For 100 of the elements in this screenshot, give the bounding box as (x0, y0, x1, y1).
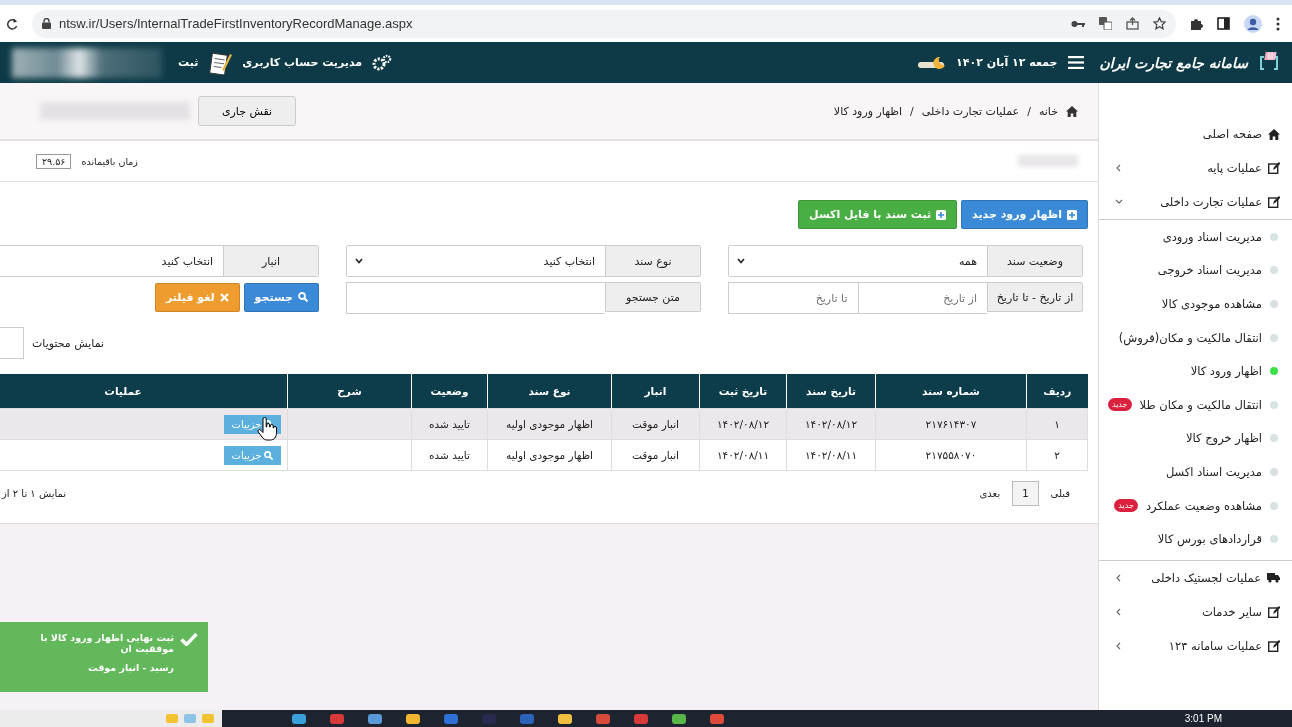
register-link[interactable]: ثبت (178, 56, 199, 69)
table-cell: اظهار موجودی اولیه (506, 449, 593, 461)
menu-icon[interactable] (1067, 56, 1084, 69)
column-header: نوع سند (487, 374, 612, 409)
date-to-field[interactable]: تا تاریخ (728, 282, 858, 314)
home-icon (1268, 128, 1280, 140)
check-icon (180, 632, 198, 646)
account-link[interactable]: مدیریت حساب کاربری (242, 56, 363, 69)
chevron-left-icon[interactable] (1115, 164, 1121, 172)
table-cell: ۱۴۰۲/۰۸/۱۲ (716, 418, 770, 430)
edit-icon (1268, 196, 1280, 208)
page-number[interactable]: 1 (1012, 480, 1039, 506)
taskbar-app-icon[interactable] (368, 713, 382, 724)
taskbar-app-icon[interactable] (558, 713, 572, 724)
notepad-icon[interactable] (208, 49, 233, 76)
table-cell: تایید شده (429, 449, 470, 461)
column-header: وضعیت (411, 374, 488, 409)
breadcrumb-link[interactable]: عملیات تجارت داخلی (921, 104, 1020, 118)
table-cell: اظهار موجودی اولیه (506, 418, 593, 430)
table-cell: ۱ (1054, 418, 1060, 430)
chevron-left-icon[interactable] (1115, 607, 1121, 616)
search-icon (298, 292, 308, 302)
submenu-item[interactable]: اظهار ورود کالا (1099, 354, 1292, 388)
role-button[interactable]: نقش جاری (198, 96, 296, 126)
breadcrumb-link[interactable]: خانه (1038, 104, 1058, 118)
submenu-item[interactable]: مدیریت اسناد خروجی (1099, 253, 1292, 288)
sidebar-item[interactable]: صفحه اصلی (1099, 117, 1292, 151)
page-size-label: نمایش محتویات (32, 336, 105, 350)
reload-icon[interactable] (6, 17, 18, 30)
sidebar-item[interactable]: عملیات تجارت داخلی (1099, 185, 1292, 219)
table-cell: ۲۱۷۵۵۸۰۷۰ (925, 449, 977, 461)
taskbar-app-icon[interactable] (406, 713, 420, 724)
remaining-time-value: ۲۹.۵۶ (36, 153, 72, 169)
key-icon[interactable] (1071, 19, 1085, 28)
chevron-left-icon[interactable] (1115, 641, 1121, 650)
clock-text: 3:01 PM (1184, 713, 1223, 724)
submenu-item[interactable]: انتقال مالکیت و مکان طلا جدید (1099, 387, 1292, 422)
next-link[interactable]: بعدی (979, 487, 1001, 499)
date-from-field[interactable]: از تاریخ (857, 282, 987, 314)
theme-toggle-icon[interactable] (916, 55, 947, 70)
search-icon (264, 450, 274, 460)
previous-link[interactable]: قبلی (1050, 487, 1070, 499)
table-row[interactable]: ۲ ۲۱۷۵۵۸۰۷۰ ۱۴۰۲/۰۸/۱۱ ۱۴۰۲/۰۸/۱۱ انبار موقت اظهار موجودی اولیه تایید شده جزییات (0, 439, 1088, 471)
profile-icon[interactable] (1244, 14, 1262, 33)
filter-label: متن جستجو (605, 282, 701, 312)
chevron-left-icon[interactable] (1115, 573, 1121, 582)
search-text-field[interactable] (346, 282, 605, 314)
table-cell: ۲ (1054, 449, 1060, 461)
logo-text: سامانه جامع تجارت ایران (1099, 54, 1248, 71)
home-icon (1066, 105, 1078, 117)
column-header: شماره سند (875, 374, 1027, 409)
gear-icon[interactable] (372, 53, 393, 72)
taskbar-app-icon[interactable] (710, 713, 724, 724)
translate-icon[interactable] (1099, 17, 1112, 30)
address-bar[interactable]: ntsw.ir/Users/InternalTradeFirstInventoryRecordManage.aspx (32, 9, 1176, 38)
date-text: جمعه ۱۲ آبان ۱۴۰۲ (956, 56, 1058, 69)
search-button[interactable]: جستجو (243, 282, 319, 312)
close-icon (219, 292, 229, 302)
submenu-item[interactable]: انتقال مالکیت و مکان(فروش) (1099, 320, 1292, 355)
new-declaration-button[interactable]: اظهار ورود جدید (961, 200, 1088, 229)
plus-icon (1067, 209, 1077, 220)
sidebar-item[interactable]: عملیات لجستیک داخلی (1099, 560, 1292, 595)
table-cell: ۲۱۷۶۱۴۳۰۷ (925, 418, 977, 430)
breadcrumb-separator: / (1027, 104, 1031, 118)
truck-icon (1267, 572, 1280, 584)
lock-icon (42, 18, 51, 29)
table-cell: انبار موقت (632, 449, 679, 461)
more-icon[interactable] (1276, 16, 1280, 31)
submenu-item[interactable]: مدیریت اسناد اکسل (1099, 455, 1292, 489)
edit-icon (1268, 605, 1280, 618)
side-panel-icon[interactable] (1217, 17, 1230, 30)
submenu-item[interactable]: مشاهده موجودی کالا (1099, 287, 1292, 321)
star-icon[interactable] (1153, 17, 1166, 30)
puzzle-icon[interactable] (1190, 17, 1203, 30)
submenu-item[interactable]: اظهار خروج کالا (1099, 421, 1292, 456)
share-icon[interactable] (1126, 17, 1139, 30)
submenu-item[interactable]: قراردادهای بورس کالا (1099, 522, 1292, 556)
toast-message: رسید - انبار موقت (87, 662, 174, 673)
submenu-item[interactable]: مشاهده وضعیت عملکرد جدید (1099, 488, 1292, 523)
taskbar-app-icon[interactable] (672, 713, 686, 724)
edit-icon (1268, 639, 1280, 652)
remaining-time-label: زمان باقیمانده (81, 155, 138, 167)
sidebar-item[interactable]: سایر خدمات (1099, 594, 1292, 629)
table-cell: ۱۴۰۲/۰۸/۱۱ (804, 449, 858, 461)
sidebar-item[interactable]: عملیات پایه (1099, 151, 1292, 185)
edit-icon (1268, 162, 1280, 174)
column-header: عملیات (0, 374, 288, 409)
column-header: شرح (287, 374, 412, 409)
filter-label: از تاریخ - تا تاریخ (987, 282, 1083, 312)
table-cell: انبار موقت (632, 418, 679, 430)
pagination-info: نمایش ۱ تا ۲ از (2, 487, 67, 499)
taskbar-app-icon[interactable] (292, 713, 306, 724)
plus-icon (936, 209, 947, 220)
sidebar-item[interactable]: عملیات سامانه ۱۲۴ (1099, 628, 1292, 663)
new-badge: جدید (1114, 499, 1138, 513)
submenu-item[interactable]: مدیریت اسناد ورودی (1099, 220, 1292, 254)
chevron-down-icon[interactable] (1115, 199, 1123, 205)
column-header: تاریخ سند (786, 374, 876, 409)
table-cell: تایید شده (429, 418, 470, 430)
table-row[interactable]: ۱ ۲۱۷۶۱۴۳۰۷ ۱۴۰۲/۰۸/۱۲ ۱۴۰۲/۰۸/۱۲ انبار موقت اظهار موجودی اولیه تایید شده جزییات (0, 408, 1088, 440)
